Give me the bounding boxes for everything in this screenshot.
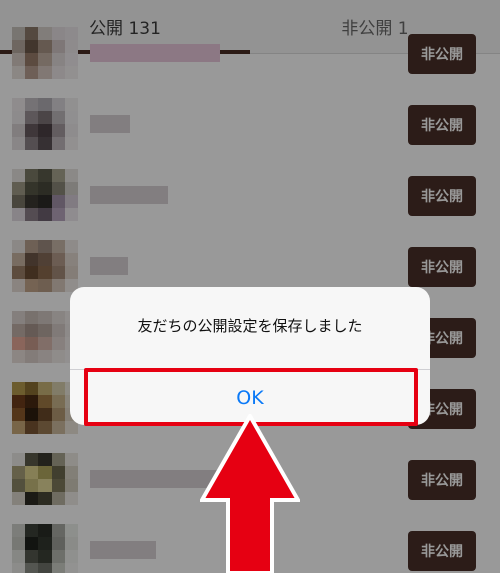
dialog-message: 友だちの公開設定を保存しました [137,317,363,335]
up-arrow-icon [200,414,300,573]
